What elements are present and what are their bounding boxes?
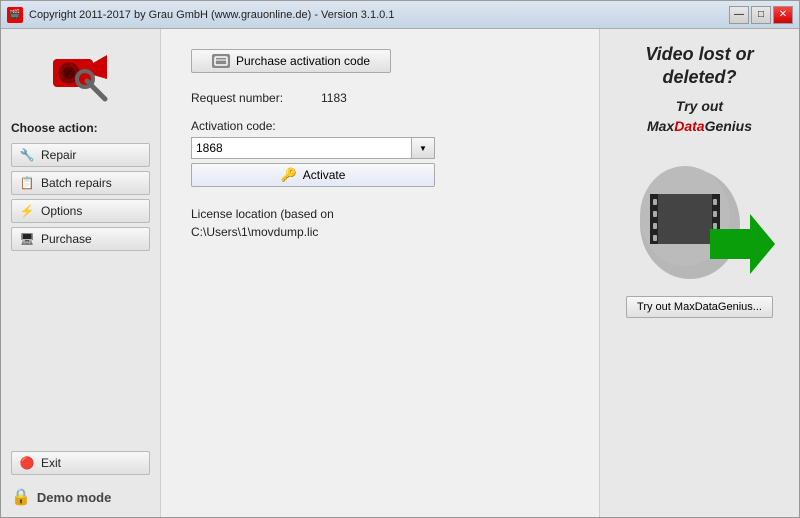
window-title: Copyright 2011-2017 by Grau GmbH (www.gr…	[29, 9, 394, 21]
purchase-activation-label: Purchase activation code	[236, 54, 370, 68]
request-number-row: Request number: 1183	[191, 91, 569, 105]
purchase-top-icon	[212, 54, 230, 68]
sidebar: Choose action: 🔧 Repair 📋 Batch repairs …	[1, 29, 161, 517]
repair-button[interactable]: 🔧 Repair	[11, 143, 150, 167]
exit-button[interactable]: 🔴 Exit	[11, 451, 150, 475]
batch-label: Batch repairs	[41, 176, 112, 190]
app-logo	[49, 43, 113, 107]
app-icon: 🎬	[7, 7, 23, 23]
logo-area	[11, 43, 150, 107]
close-button[interactable]: ✕	[773, 6, 793, 24]
request-number-value: 1183	[321, 91, 347, 105]
promo-try-out: Try out	[676, 98, 723, 114]
activation-dropdown-button[interactable]: ▼	[411, 137, 435, 159]
options-label: Options	[41, 204, 82, 218]
repair-label: Repair	[41, 148, 76, 162]
request-number-label: Request number:	[191, 91, 311, 105]
repair-icon: 🔧	[18, 147, 36, 163]
exit-icon: 🔴	[18, 455, 36, 471]
demo-mode-label: Demo mode	[37, 490, 111, 505]
title-buttons: — □ ✕	[729, 6, 793, 24]
license-location-label: License location (based on	[191, 205, 569, 223]
activation-section: Activation code: ▼ 🔑 Activate	[191, 119, 569, 187]
main-panel: Purchase activation code Request number:…	[161, 29, 599, 517]
activation-input-row: ▼	[191, 137, 569, 159]
demo-mode-indicator: 🔒 Demo mode	[11, 487, 150, 507]
purchase-header: Purchase activation code	[191, 49, 569, 73]
try-maxdata-button[interactable]: Try out MaxDataGenius...	[626, 296, 773, 318]
activation-code-input[interactable]	[191, 137, 411, 159]
title-bar-left: 🎬 Copyright 2011-2017 by Grau GmbH (www.…	[7, 7, 394, 23]
content-area: Choose action: 🔧 Repair 📋 Batch repairs …	[1, 29, 799, 517]
options-icon: ⚡	[18, 203, 36, 219]
license-path: C:\Users\1\movdump.lic	[191, 223, 569, 241]
promo-brand: MaxDataGenius	[647, 118, 752, 134]
promo-title-line1: Video lost or deleted?	[645, 43, 753, 90]
promo-panel: Video lost or deleted? Try out MaxDataGe…	[599, 29, 799, 517]
brand-genius: Genius	[705, 118, 752, 134]
promo-illustration	[620, 144, 780, 284]
purchase-icon: 🖥	[18, 231, 36, 247]
license-section: License location (based on C:\Users\1\mo…	[191, 205, 569, 241]
choose-action-label: Choose action:	[11, 121, 150, 135]
brand-data: Data	[674, 118, 704, 134]
lock-icon: 🔒	[11, 487, 31, 507]
promo-image	[620, 144, 780, 284]
try-btn-label: Try out MaxDataGenius...	[637, 301, 762, 313]
activate-row: 🔑 Activate	[191, 163, 569, 187]
title-bar: 🎬 Copyright 2011-2017 by Grau GmbH (www.…	[1, 1, 799, 29]
brand-max: Max	[647, 118, 674, 134]
maximize-button[interactable]: □	[751, 6, 771, 24]
exit-label: Exit	[41, 456, 61, 470]
batch-icon: 📋	[18, 175, 36, 191]
purchase-button[interactable]: 🖥 Purchase	[11, 227, 150, 251]
activation-code-label: Activation code:	[191, 119, 569, 133]
batch-repairs-button[interactable]: 📋 Batch repairs	[11, 171, 150, 195]
minimize-button[interactable]: —	[729, 6, 749, 24]
key-icon: 🔑	[281, 167, 297, 183]
main-window: 🎬 Copyright 2011-2017 by Grau GmbH (www.…	[0, 0, 800, 518]
purchase-activation-button[interactable]: Purchase activation code	[191, 49, 391, 73]
options-button[interactable]: ⚡ Options	[11, 199, 150, 223]
activate-label: Activate	[303, 168, 346, 182]
purchase-label: Purchase	[41, 232, 92, 246]
activate-button[interactable]: 🔑 Activate	[191, 163, 435, 187]
